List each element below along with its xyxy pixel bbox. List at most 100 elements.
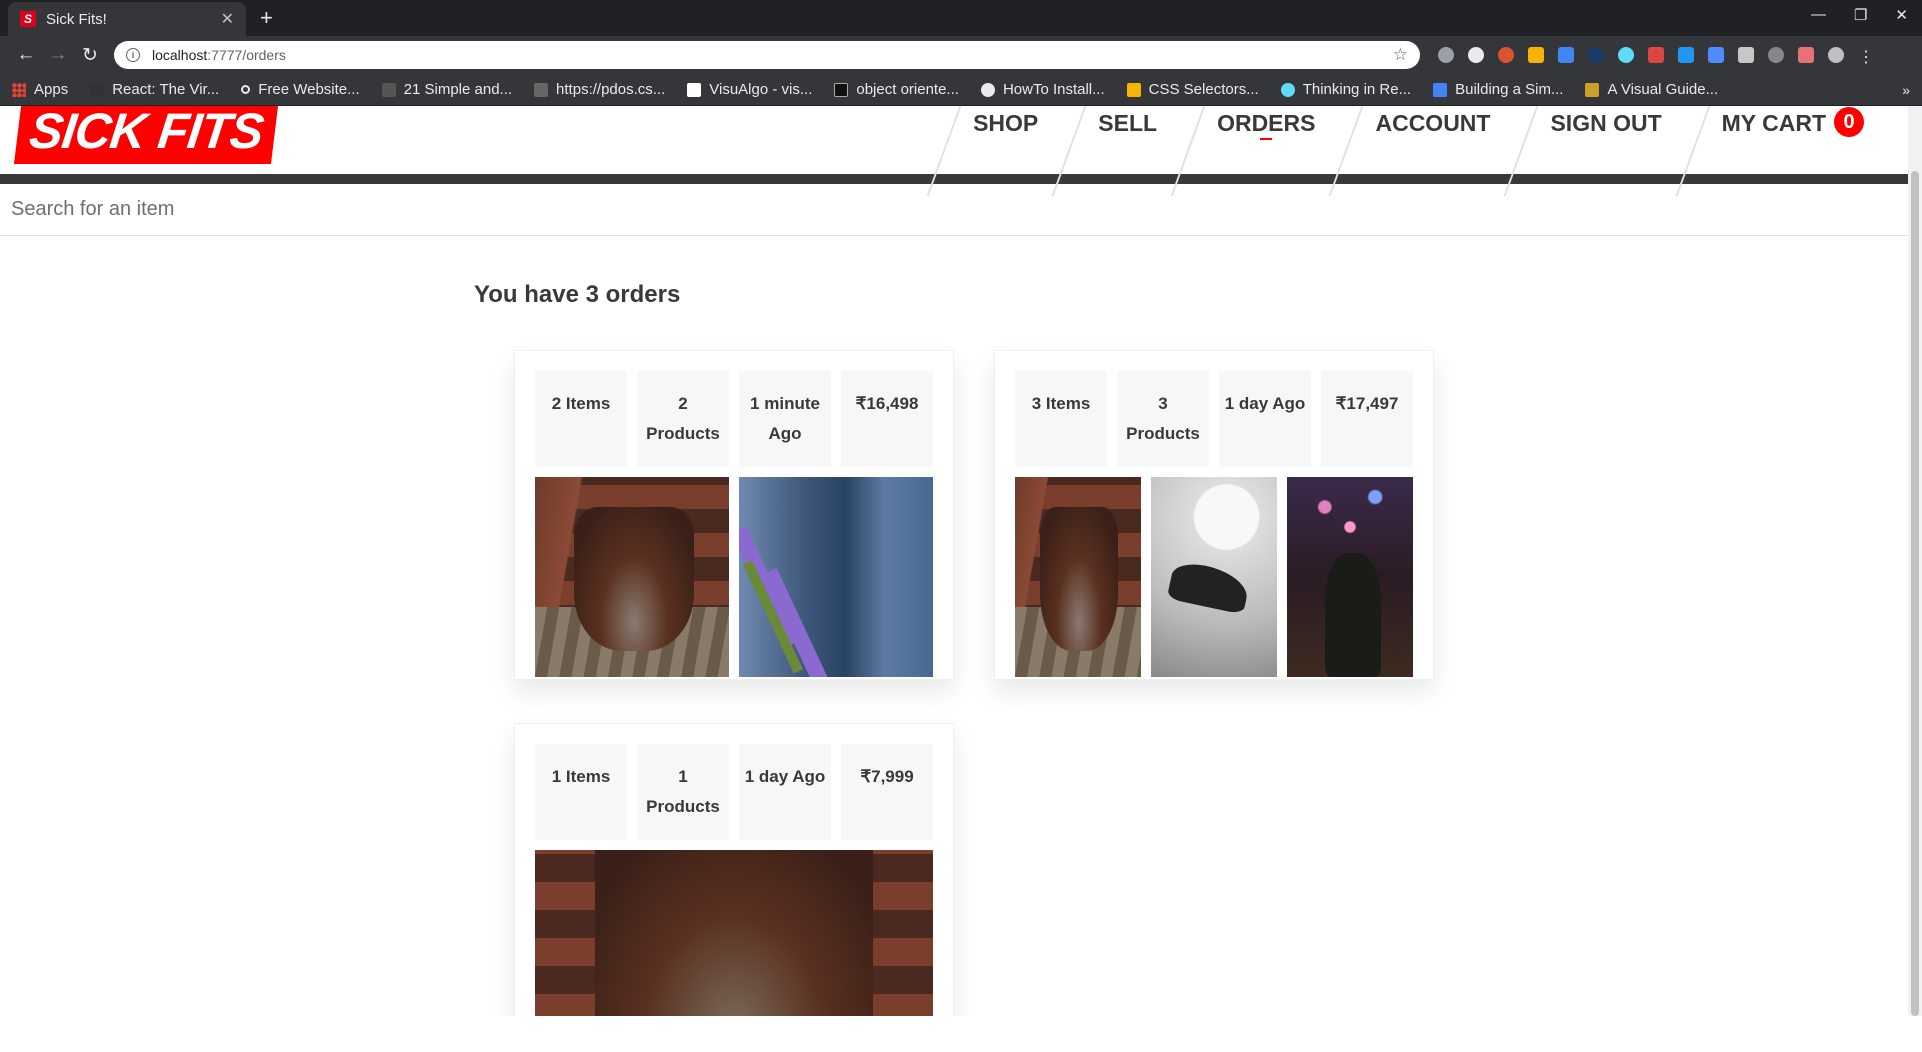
- order-card[interactable]: 1 Items 1 Products 1 day Ago ₹7,999: [514, 723, 954, 1016]
- bookmark-item[interactable]: 21 Simple and...: [381, 81, 513, 98]
- address-bar[interactable]: i localhost:7777/orders ☆: [114, 41, 1420, 69]
- cart-label: MY CART: [1721, 110, 1826, 136]
- scrollbar-thumb[interactable]: [1911, 171, 1919, 1016]
- search-bar: [0, 184, 1922, 236]
- bookmark-item[interactable]: https://pdos.cs...: [534, 81, 665, 98]
- info-icon[interactable]: i: [126, 48, 140, 62]
- extension-icon[interactable]: [1768, 47, 1784, 63]
- order-items-count: 2 Items: [535, 371, 627, 467]
- order-meta: 2 Items 2 Products 1 minute Ago ₹16,498: [535, 371, 933, 467]
- bookmark-icon: [1126, 82, 1141, 97]
- extension-icon[interactable]: [1468, 47, 1484, 63]
- bookmark-star-icon[interactable]: ☆: [1393, 45, 1408, 65]
- bookmark-item[interactable]: Thinking in Re...: [1280, 81, 1412, 98]
- extension-icon[interactable]: [1558, 47, 1574, 63]
- page-viewport: SICK FITS SHOP SELL ORDERS ACCOUNT SIGN …: [0, 106, 1922, 1016]
- order-images: [535, 850, 933, 1016]
- product-image-boots: [535, 477, 729, 677]
- github-icon: [980, 82, 995, 97]
- browser-toolbar: ← → ↻ i localhost:7777/orders ☆ ⋮: [0, 36, 1922, 74]
- close-window-icon[interactable]: ✕: [1895, 6, 1908, 24]
- product-image-boots: [1015, 477, 1141, 677]
- bookmark-label: Thinking in Re...: [1302, 81, 1412, 98]
- product-image-boots: [535, 850, 933, 1016]
- nav-sign-out[interactable]: SIGN OUT: [1520, 106, 1691, 184]
- url-path: :7777/orders: [207, 47, 286, 63]
- url-host: localhost: [152, 47, 208, 63]
- nav-sell[interactable]: SELL: [1068, 106, 1187, 184]
- bookmark-item[interactable]: Free Website...: [241, 81, 360, 98]
- bookmark-icon: [381, 82, 396, 97]
- order-items-count: 1 Items: [535, 744, 627, 840]
- menu-kebab-icon[interactable]: ⋮: [1858, 47, 1874, 66]
- tab-title: Sick Fits!: [46, 10, 107, 28]
- bookmark-label: React: The Vir...: [112, 81, 220, 98]
- window-controls: — ❐ ✕: [1811, 6, 1908, 24]
- nav-account[interactable]: ACCOUNT: [1345, 106, 1520, 184]
- product-image-jeans: [739, 477, 933, 677]
- bookmark-item[interactable]: VisuAlgo - vis...: [687, 81, 812, 98]
- bookmark-item[interactable]: CSS Selectors...: [1126, 81, 1259, 98]
- bookmark-icon: [834, 82, 849, 97]
- order-meta: 3 Items 3 Products 1 day Ago ₹17,497: [1015, 371, 1413, 467]
- profile-avatar-icon[interactable]: [1828, 47, 1844, 63]
- cart-count-badge: 0: [1834, 107, 1864, 137]
- bookmark-icon: [1585, 82, 1600, 97]
- bookmark-icon: [534, 82, 549, 97]
- order-card[interactable]: 2 Items 2 Products 1 minute Ago ₹16,498: [514, 350, 954, 680]
- react-devtools-icon[interactable]: [1618, 47, 1634, 63]
- order-meta: 1 Items 1 Products 1 day Ago ₹7,999: [535, 744, 933, 840]
- nav-shop[interactable]: SHOP: [943, 106, 1068, 184]
- extension-icon[interactable]: [1588, 47, 1604, 63]
- order-total: ₹17,497: [1321, 371, 1413, 467]
- bookmark-label: VisuAlgo - vis...: [709, 81, 813, 98]
- close-tab-icon[interactable]: ✕: [221, 9, 234, 29]
- extension-icon[interactable]: [1678, 47, 1694, 63]
- product-image-nike-shoe: [1151, 477, 1277, 677]
- extensions-bar: ⋮: [1438, 47, 1874, 66]
- extension-icon[interactable]: [1528, 47, 1544, 63]
- main-nav: SHOP SELL ORDERS ACCOUNT SIGN OUT MY CAR…: [943, 106, 1894, 184]
- order-products-count: 2 Products: [637, 371, 729, 467]
- bookmarks-bar: Apps React: The Vir... Free Website... 2…: [0, 74, 1922, 106]
- browser-tab[interactable]: S Sick Fits! ✕: [8, 2, 246, 36]
- order-items-count: 3 Items: [1015, 371, 1107, 467]
- bookmark-apps[interactable]: Apps: [12, 81, 68, 98]
- nav-orders[interactable]: ORDERS: [1187, 106, 1345, 184]
- bookmark-item[interactable]: Building a Sim...: [1433, 81, 1563, 98]
- bookmark-item[interactable]: object oriente...: [834, 81, 959, 98]
- site-favicon-icon: S: [20, 11, 36, 27]
- new-tab-icon[interactable]: +: [260, 5, 273, 31]
- order-time: 1 day Ago: [739, 744, 831, 840]
- extension-icon[interactable]: [1648, 47, 1664, 63]
- bookmark-item[interactable]: A Visual Guide...: [1585, 81, 1718, 98]
- bookmark-icon: [1433, 82, 1448, 97]
- extension-icon[interactable]: [1708, 47, 1724, 63]
- bookmark-label: CSS Selectors...: [1148, 81, 1259, 98]
- bookmark-label: 21 Simple and...: [403, 81, 513, 98]
- bookmark-item[interactable]: React: The Vir...: [90, 81, 219, 98]
- nav-my-cart[interactable]: MY CART 0: [1692, 106, 1894, 184]
- bookmarks-overflow-icon[interactable]: »: [1902, 82, 1910, 98]
- site-logo[interactable]: SICK FITS: [13, 106, 279, 164]
- search-input[interactable]: [0, 198, 1922, 221]
- back-arrow-icon[interactable]: ←: [10, 44, 42, 66]
- extension-icon[interactable]: [1798, 47, 1814, 63]
- bookmark-icon: [90, 82, 105, 97]
- order-card[interactable]: 3 Items 3 Products 1 day Ago ₹17,497: [994, 350, 1434, 680]
- react-icon: [1280, 82, 1295, 97]
- order-products-count: 1 Products: [637, 744, 729, 840]
- reload-icon[interactable]: ↻: [74, 44, 106, 67]
- bookmark-item[interactable]: HowTo Install...: [980, 81, 1105, 98]
- restore-icon[interactable]: ❐: [1854, 6, 1867, 24]
- page-scrollbar[interactable]: [1908, 106, 1922, 1016]
- order-time: 1 minute Ago: [739, 371, 831, 467]
- minimize-icon[interactable]: —: [1811, 6, 1826, 24]
- forward-arrow-icon[interactable]: →: [42, 44, 74, 66]
- extension-icon[interactable]: [1438, 47, 1454, 63]
- product-image-city-jacket: [1287, 477, 1413, 677]
- extension-icon[interactable]: [1498, 47, 1514, 63]
- page-title: You have 3 orders: [474, 281, 681, 308]
- bookmark-icon: [687, 82, 702, 97]
- extension-icon[interactable]: [1738, 47, 1754, 63]
